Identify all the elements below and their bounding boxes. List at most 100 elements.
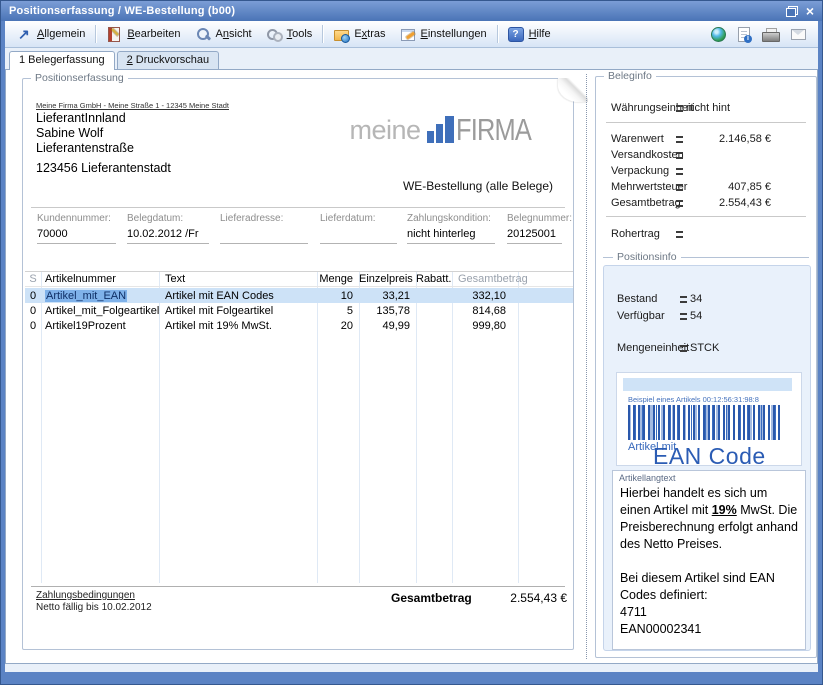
zahlungsbedingungen-link[interactable]: Zahlungsbedingungen — [36, 590, 152, 602]
sender-line: Meine Firma GmbH - Meine Straße 1 - 1234… — [36, 101, 229, 110]
restore-icon[interactable] — [786, 6, 798, 17]
langtext-blank-line — [620, 553, 801, 570]
field-value[interactable]: 20125001 — [507, 228, 569, 242]
positionserfassung-group: Positionserfassung Meine Firma GmbH - Me… — [22, 78, 574, 650]
field-value[interactable]: 70000 — [37, 228, 127, 242]
field-label: Zahlungskondition: — [407, 213, 507, 224]
row-bestand: Bestand 34 — [617, 293, 787, 306]
field-value[interactable] — [220, 228, 320, 242]
langtext-code1: 4711 — [620, 604, 801, 621]
menu-einstellungen[interactable]: Einstellungen — [393, 24, 494, 44]
menu-tools[interactable]: Tools — [259, 24, 320, 44]
menu-label: Ansicht — [216, 28, 252, 40]
menu-allgemein[interactable]: Allgemein — [9, 24, 92, 44]
field-value[interactable]: nicht hinterleg — [407, 228, 507, 242]
equals-icon — [676, 105, 683, 112]
document-info-icon[interactable] — [738, 27, 750, 42]
logo-text-left: meine — [350, 117, 421, 144]
barcode-bars-icon — [628, 405, 780, 440]
cell-gesamtbetrag: 332,10 — [452, 290, 518, 302]
field-belegnummer[interactable]: Belegnummer: 20125001 — [507, 213, 569, 244]
cell-text: Artikel mit Folgeartikel — [159, 305, 317, 317]
col-header-gesamtbetrag[interactable]: Gesamtbetrag — [452, 273, 518, 285]
row-value: nicht hint — [686, 102, 730, 114]
payment-due-text: Netto fällig bis 10.02.2012 — [36, 602, 152, 614]
col-header-artikelnummer[interactable]: Artikelnummer — [41, 273, 159, 285]
menubar: Allgemein Bearbeiten Ansicht Tools Extra… — [5, 21, 818, 48]
row-label: Mengeneinheit — [617, 342, 689, 354]
menu-ansicht[interactable]: Ansicht — [188, 24, 259, 44]
row-value: 2.146,58 € — [719, 133, 771, 145]
barcode-line2: EAN Code — [653, 443, 766, 470]
cell-einzelpreis: 49,99 — [359, 320, 416, 332]
field-kundennummer[interactable]: Kundennummer: 70000 — [37, 213, 127, 244]
row-value: STCK — [690, 342, 719, 354]
equals-icon — [676, 184, 683, 191]
field-lieferadresse[interactable]: Lieferadresse: — [220, 213, 320, 244]
ean-barcode-image: Beispiel eines Artikels 00:12:56:31:98:8… — [616, 372, 802, 466]
equals-icon — [676, 231, 683, 238]
cell-gesamtbetrag: 814,68 — [452, 305, 518, 317]
row-label: Rohertrag — [611, 228, 660, 240]
mail-icon[interactable] — [791, 29, 806, 40]
cell-artikelnummer: Artikel19Prozent — [41, 320, 159, 332]
col-header-einzelpreis[interactable]: Einzelpreis — [359, 273, 416, 285]
toolbar-separator — [95, 25, 96, 43]
field-lieferdatum[interactable]: Lieferdatum: — [320, 213, 407, 244]
table-row[interactable]: 0 Artikel19Prozent Artikel mit 19% MwSt.… — [25, 318, 573, 333]
app-window: Positionserfassung / WE-Bestellung (b00)… — [0, 0, 823, 685]
row-label: Warenwert — [611, 133, 664, 145]
row-label: Bestand — [617, 293, 657, 305]
field-belegdatum[interactable]: Belegdatum: 10.02.2012 /Fr — [127, 213, 220, 244]
tabstrip: 1 Belegerfassung 2 Druckvorschau — [5, 48, 818, 69]
field-underline — [220, 243, 308, 244]
col-header-rabatt[interactable]: Rabatt. — [416, 273, 452, 285]
col-header-text[interactable]: Text — [159, 273, 317, 285]
globe-icon[interactable] — [711, 27, 726, 42]
panel-splitter[interactable] — [586, 74, 587, 659]
cell-artikelnummer: Artikel_mit_Folgeartikel — [41, 305, 159, 317]
row-versandkosten: Versandkosten — [611, 149, 771, 162]
field-underline — [407, 243, 495, 244]
menu-bearbeiten[interactable]: Bearbeiten — [99, 24, 187, 44]
payment-terms: Zahlungsbedingungen Netto fällig bis 10.… — [36, 590, 152, 614]
company-logo: meine FIRMA — [350, 115, 547, 144]
content-area: Positionserfassung Meine Firma GmbH - Me… — [5, 69, 818, 664]
field-underline — [507, 243, 562, 244]
menu-extras[interactable]: Extras — [326, 24, 392, 44]
main-frame: Allgemein Bearbeiten Ansicht Tools Extra… — [5, 21, 818, 672]
row-value: 2.554,43 € — [719, 197, 771, 209]
tab-belegerfassung[interactable]: 1 Belegerfassung — [9, 51, 115, 70]
field-underline — [127, 243, 209, 244]
menu-label: Extras — [354, 28, 385, 40]
printer-icon[interactable] — [762, 28, 779, 41]
artikellangtext-text: Hierbei handelt es sich um einen Artikel… — [620, 485, 801, 638]
field-zahlungskondition[interactable]: Zahlungskondition: nicht hinterleg — [407, 213, 507, 244]
toolbar-separator — [322, 25, 323, 43]
table-row[interactable]: 0 Artikel_mit_EAN Artikel mit EAN Codes … — [25, 288, 573, 303]
equals-icon — [676, 200, 683, 207]
cell-menge: 10 — [317, 290, 359, 302]
cell-s: 0 — [25, 320, 41, 332]
barcode-header-strip — [623, 378, 792, 391]
cell-text: Artikel mit EAN Codes — [159, 290, 317, 302]
col-header-s[interactable]: S — [25, 273, 41, 285]
table-row[interactable]: 0 Artikel_mit_Folgeartikel Artikel mit F… — [25, 303, 573, 318]
beleginfo-group: Beleginfo Währungseinheit nicht hint War… — [595, 76, 817, 658]
menu-label: Allgemein — [37, 28, 85, 40]
menu-hilfe[interactable]: Hilfe — [501, 24, 558, 44]
row-value: 54 — [690, 310, 702, 322]
field-value[interactable]: 10.02.2012 /Fr — [127, 228, 220, 242]
menu-label: Einstellungen — [421, 28, 487, 40]
col-header-menge[interactable]: Menge — [317, 273, 359, 285]
close-icon[interactable] — [806, 4, 814, 18]
field-value[interactable] — [320, 228, 407, 242]
equals-icon — [676, 168, 683, 175]
tab-druckvorschau[interactable]: 2 Druckvorschau — [117, 51, 220, 69]
cell-s: 0 — [25, 305, 41, 317]
folder-icon — [333, 26, 349, 42]
field-label: Lieferadresse: — [220, 213, 320, 224]
equals-icon — [676, 136, 683, 143]
row-label: Gesamtbetrag — [611, 197, 681, 209]
artikellangtext-box[interactable]: Artikellangtext Hierbei handelt es sich … — [612, 470, 806, 650]
